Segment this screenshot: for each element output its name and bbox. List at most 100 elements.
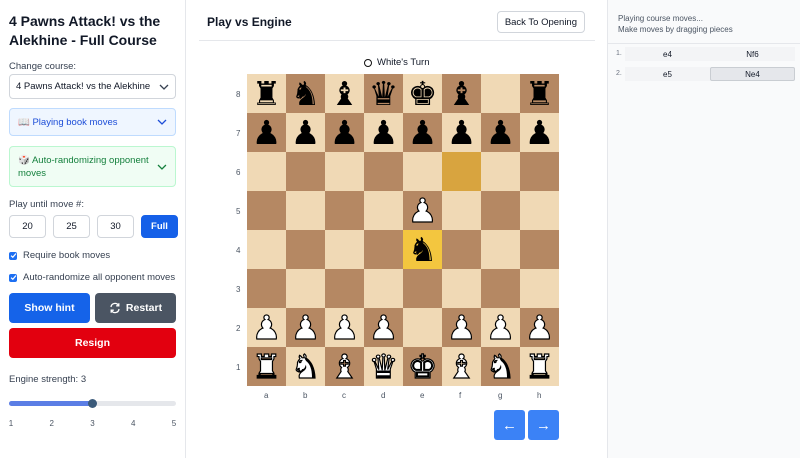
white-rook-icon[interactable]: ♜ <box>524 349 555 383</box>
square-d7[interactable]: ♟ <box>364 113 403 152</box>
black-pawn-icon[interactable]: ♟ <box>447 116 477 149</box>
prev-move-button[interactable]: ← <box>494 410 525 440</box>
move-limit-30-button[interactable]: 30 <box>97 215 134 238</box>
square-d2[interactable]: ♟ <box>364 308 403 347</box>
black-pawn-icon[interactable]: ♟ <box>369 116 399 149</box>
white-knight-icon[interactable]: ♞ <box>290 349 321 383</box>
black-pawn-icon[interactable]: ♟ <box>525 116 555 149</box>
chess-board[interactable]: ♜ ♞ ♝ ♛ ♚ ♝ ♜ ♟ ♟ ♟ ♟ ♟ ♟ ♟ ♟ ♟ ♞ ♟ ♟ ♟ ♟ ♟ ♟ ♟ ♜ ♞ ♝ ♛ ♚ ♝ ♞ ♜ <box>247 74 559 386</box>
move-limit-full-button[interactable]: Full <box>141 215 178 238</box>
square-e3[interactable] <box>403 269 442 308</box>
square-f5[interactable] <box>442 191 481 230</box>
black-queen-icon[interactable]: ♛ <box>369 77 399 110</box>
white-pawn-icon[interactable]: ♟ <box>251 310 282 344</box>
square-e8[interactable]: ♚ <box>403 74 442 113</box>
square-b2[interactable]: ♟ <box>286 308 325 347</box>
auto-randomize-panel[interactable]: 🎲 Auto-randomizing opponent moves <box>9 146 176 187</box>
black-rook-icon[interactable]: ♜ <box>252 77 282 110</box>
square-b8[interactable]: ♞ <box>286 74 325 113</box>
square-f8[interactable]: ♝ <box>442 74 481 113</box>
white-knight-icon[interactable]: ♞ <box>485 349 516 383</box>
square-b1[interactable]: ♞ <box>286 347 325 386</box>
square-d5[interactable] <box>364 191 403 230</box>
square-c1[interactable]: ♝ <box>325 347 364 386</box>
square-f2[interactable]: ♟ <box>442 308 481 347</box>
square-g6[interactable] <box>481 152 520 191</box>
course-select[interactable]: 4 Pawns Attack! vs the Alekhine <box>9 74 176 99</box>
move-limit-25-button[interactable]: 25 <box>53 215 90 238</box>
auto-randomize-checkbox[interactable] <box>9 273 17 282</box>
require-book-checkbox[interactable] <box>9 251 17 260</box>
resign-button[interactable]: Resign <box>9 328 176 358</box>
square-h3[interactable] <box>520 269 559 308</box>
white-bishop-icon[interactable]: ♝ <box>329 349 360 383</box>
move-limit-20-button[interactable]: 20 <box>9 215 46 238</box>
white-pawn-icon[interactable]: ♟ <box>407 193 438 227</box>
white-king-icon[interactable]: ♚ <box>407 349 438 383</box>
square-e6[interactable] <box>403 152 442 191</box>
black-pawn-icon[interactable]: ♟ <box>408 116 438 149</box>
square-a4[interactable] <box>247 230 286 269</box>
square-c7[interactable]: ♟ <box>325 113 364 152</box>
square-c8[interactable]: ♝ <box>325 74 364 113</box>
back-to-opening-button[interactable]: Back To Opening <box>496 11 585 33</box>
square-h8[interactable]: ♜ <box>520 74 559 113</box>
black-knight-icon[interactable]: ♞ <box>408 233 438 266</box>
white-pawn-icon[interactable]: ♟ <box>329 310 360 344</box>
square-d4[interactable] <box>364 230 403 269</box>
restart-button[interactable]: Restart <box>95 293 176 323</box>
book-moves-panel[interactable]: 📖 Playing book moves <box>9 108 176 136</box>
square-h4[interactable] <box>520 230 559 269</box>
square-a7[interactable]: ♟ <box>247 113 286 152</box>
white-pawn-icon[interactable]: ♟ <box>290 310 321 344</box>
move-white[interactable]: e4 <box>625 47 710 61</box>
square-a2[interactable]: ♟ <box>247 308 286 347</box>
next-move-button[interactable]: → <box>528 410 559 440</box>
square-a3[interactable] <box>247 269 286 308</box>
square-g8[interactable] <box>481 74 520 113</box>
white-queen-icon[interactable]: ♛ <box>368 349 399 383</box>
square-g1[interactable]: ♞ <box>481 347 520 386</box>
move-black[interactable]: Nf6 <box>710 47 795 61</box>
square-f3[interactable] <box>442 269 481 308</box>
square-b3[interactable] <box>286 269 325 308</box>
square-b7[interactable]: ♟ <box>286 113 325 152</box>
square-g2[interactable]: ♟ <box>481 308 520 347</box>
move-white[interactable]: e5 <box>625 67 710 81</box>
square-c3[interactable] <box>325 269 364 308</box>
square-c4[interactable] <box>325 230 364 269</box>
square-g4[interactable] <box>481 230 520 269</box>
black-knight-icon[interactable]: ♞ <box>291 77 321 110</box>
square-f4[interactable] <box>442 230 481 269</box>
square-e5[interactable]: ♟ <box>403 191 442 230</box>
black-pawn-icon[interactable]: ♟ <box>291 116 321 149</box>
white-pawn-icon[interactable]: ♟ <box>368 310 399 344</box>
black-pawn-icon[interactable]: ♟ <box>330 116 360 149</box>
square-c6[interactable] <box>325 152 364 191</box>
square-c2[interactable]: ♟ <box>325 308 364 347</box>
black-pawn-icon[interactable]: ♟ <box>252 116 282 149</box>
square-b4[interactable] <box>286 230 325 269</box>
white-pawn-icon[interactable]: ♟ <box>446 310 477 344</box>
square-h6[interactable] <box>520 152 559 191</box>
square-e1[interactable]: ♚ <box>403 347 442 386</box>
square-f1[interactable]: ♝ <box>442 347 481 386</box>
square-g3[interactable] <box>481 269 520 308</box>
square-h5[interactable] <box>520 191 559 230</box>
black-pawn-icon[interactable]: ♟ <box>486 116 516 149</box>
square-h7[interactable]: ♟ <box>520 113 559 152</box>
square-g7[interactable]: ♟ <box>481 113 520 152</box>
square-c5[interactable] <box>325 191 364 230</box>
square-h1[interactable]: ♜ <box>520 347 559 386</box>
slider-thumb[interactable] <box>88 399 98 408</box>
square-a5[interactable] <box>247 191 286 230</box>
square-d3[interactable] <box>364 269 403 308</box>
square-b6[interactable] <box>286 152 325 191</box>
show-hint-button[interactable]: Show hint <box>9 293 90 323</box>
square-f7[interactable]: ♟ <box>442 113 481 152</box>
square-d8[interactable]: ♛ <box>364 74 403 113</box>
square-f6[interactable] <box>442 152 481 191</box>
black-bishop-icon[interactable]: ♝ <box>330 77 360 110</box>
square-a1[interactable]: ♜ <box>247 347 286 386</box>
white-pawn-icon[interactable]: ♟ <box>485 310 516 344</box>
